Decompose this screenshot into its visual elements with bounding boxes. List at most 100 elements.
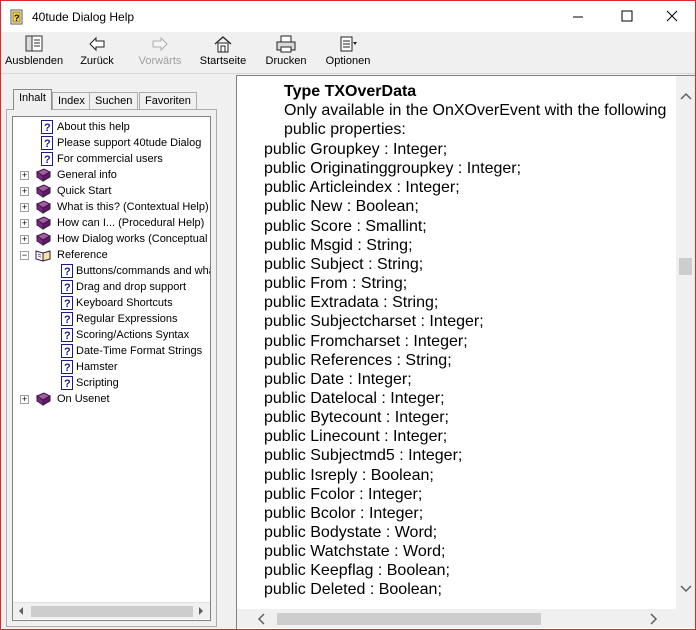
pane-splitter[interactable]	[222, 75, 236, 629]
hscroll-graphic	[257, 613, 658, 625]
closed-book-icon	[35, 168, 51, 182]
svg-text:?: ?	[44, 122, 51, 134]
tree-item-label: Scripting	[76, 377, 119, 389]
tree-item[interactable]: + On Usenet	[13, 391, 210, 407]
tree-item-label: Keyboard Shortcuts	[76, 297, 173, 309]
property-line: public Linecount : Integer;	[264, 428, 448, 446]
window-title: 40tude Dialog Help	[32, 10, 135, 24]
topic-content: Type TXOverData Only available in the On…	[236, 75, 695, 629]
property-line: public Subject : String;	[264, 255, 424, 273]
tree-item[interactable]: ? Drag and drop support	[13, 279, 210, 295]
intro-line-2: public properties:	[284, 121, 406, 138]
print-button[interactable]: Drucken	[263, 34, 309, 72]
help-page-icon: ?	[41, 120, 53, 134]
close-button[interactable]	[649, 1, 695, 32]
minimize-icon	[573, 16, 583, 18]
hide-button[interactable]: Ausblenden	[5, 34, 63, 72]
tree-item[interactable]: + How can I... (Procedural Help)	[13, 215, 210, 231]
tree-scroll-thumb[interactable]	[31, 606, 193, 617]
help-page-icon: ?	[41, 152, 53, 166]
print-label: Drucken	[265, 55, 307, 67]
tree-item-label: Scoring/Actions Syntax	[76, 329, 190, 341]
svg-text:?: ?	[64, 330, 71, 342]
tree-item[interactable]: ? For commercial users	[13, 151, 210, 167]
tree-item[interactable]: ? Regular Expressions	[13, 311, 210, 327]
content-vertical-scrollbar[interactable]	[676, 76, 695, 609]
property-line: public Watchstate : Word;	[264, 543, 446, 561]
scroll-left-arrow-icon[interactable]	[19, 607, 23, 615]
title-bar[interactable]: ? 40tude Dialog Help	[1, 1, 695, 32]
svg-text:?: ?	[44, 154, 51, 166]
tree-item[interactable]: ? About this help	[13, 119, 210, 135]
tree-item[interactable]: ? Buttons/commands and wha	[13, 263, 210, 279]
closed-book-icon	[35, 216, 51, 230]
expand-icon[interactable]: +	[20, 219, 29, 228]
svg-text:?: ?	[64, 298, 71, 310]
tree-horizontal-scrollbar[interactable]	[13, 602, 210, 619]
tree-item[interactable]: + How Dialog works (Conceptual I	[13, 231, 210, 247]
tree-item[interactable]: + General info	[13, 167, 210, 183]
tree-item[interactable]: ? Please support 40tude Dialog	[13, 135, 210, 151]
expand-icon[interactable]: +	[20, 187, 29, 196]
tree-item-label: Reference	[57, 249, 108, 261]
scroll-up-arrow-icon[interactable]	[680, 92, 692, 100]
home-button[interactable]: Startseite	[197, 34, 249, 72]
property-line: public Subjectcharset : Integer;	[264, 313, 484, 331]
collapse-icon[interactable]: −	[20, 251, 29, 260]
forward-label: Vorwärts	[138, 55, 182, 67]
tree-item[interactable]: ? Scoring/Actions Syntax	[13, 327, 210, 343]
tree-item[interactable]: − Reference	[13, 247, 210, 263]
scroll-right-arrow-icon[interactable]	[199, 607, 203, 615]
help-page-icon: ?	[41, 136, 53, 150]
content-horizontal-scrollbar[interactable]	[237, 609, 676, 628]
expand-icon[interactable]: +	[20, 171, 29, 180]
property-line: public Bcolor : Integer;	[264, 504, 424, 522]
options-button[interactable]: Optionen	[323, 34, 373, 72]
property-line: public Fcolor : Integer;	[264, 485, 423, 503]
help-file-icon: ?	[10, 9, 23, 25]
maximize-button[interactable]	[603, 1, 649, 32]
expand-icon[interactable]: +	[20, 235, 29, 244]
tree-item[interactable]: ? Scripting	[13, 375, 210, 391]
property-line: public Subjectmd5 : Integer;	[264, 447, 463, 465]
tree-item-label: What is this? (Contextual Help)	[57, 201, 209, 213]
help-page-icon: ?	[61, 280, 73, 294]
svg-text:?: ?	[14, 13, 20, 23]
expand-icon[interactable]: +	[20, 203, 29, 212]
tab-favorites[interactable]: Favoriten	[139, 92, 197, 110]
tree-item[interactable]: ? Hamster	[13, 359, 210, 375]
tree-item-label: Hamster	[76, 361, 118, 373]
expand-icon[interactable]: +	[20, 395, 29, 404]
scroll-right-icon[interactable]	[650, 613, 658, 625]
home-icon	[214, 36, 232, 53]
closed-book-icon	[35, 232, 51, 246]
closed-book-icon	[35, 200, 51, 214]
scroll-down-arrow-icon[interactable]	[680, 585, 692, 593]
scroll-left-icon[interactable]	[257, 613, 265, 625]
property-line: public From : String;	[264, 275, 408, 293]
forward-button[interactable]: Vorwärts	[135, 34, 185, 72]
topic-heading: Type TXOverData	[284, 83, 417, 100]
tree-item[interactable]: ? Date-Time Format Strings	[13, 343, 210, 359]
content-vscroll-thumb[interactable]	[679, 258, 692, 275]
tree-item-label: On Usenet	[57, 393, 110, 405]
tree-item-label: Drag and drop support	[76, 281, 187, 293]
property-line: public Articleindex : Integer;	[264, 179, 460, 197]
tree-item[interactable]: + Quick Start	[13, 183, 210, 199]
property-line: public Date : Integer;	[264, 370, 412, 388]
tab-contents[interactable]: Inhalt	[13, 89, 52, 110]
close-icon	[666, 10, 678, 22]
tree-item-label: Quick Start	[57, 185, 112, 197]
open-book-icon	[35, 250, 51, 262]
tree-item[interactable]: + What is this? (Contextual Help)	[13, 199, 210, 215]
tab-search[interactable]: Suchen	[89, 92, 139, 110]
tab-index[interactable]: Index	[52, 92, 91, 110]
property-line: public Datelocal : Integer;	[264, 389, 445, 407]
maximize-icon	[621, 10, 633, 22]
tree-item[interactable]: ? Keyboard Shortcuts	[13, 295, 210, 311]
content-hscroll-thumb[interactable]	[277, 613, 541, 625]
contents-tree[interactable]: ? About this help? Please support 40tude D…	[12, 116, 211, 621]
back-button[interactable]: Zurück	[77, 34, 117, 72]
minimize-button[interactable]	[555, 1, 601, 32]
property-line: public Extradata : String;	[264, 294, 439, 312]
